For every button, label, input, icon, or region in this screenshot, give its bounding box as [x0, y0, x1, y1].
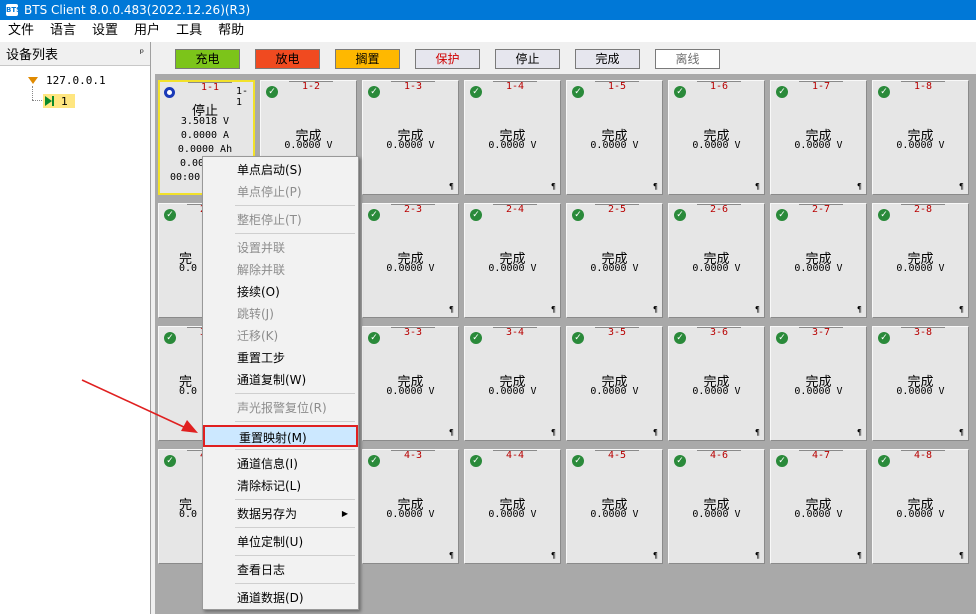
arrow-line	[81, 379, 187, 429]
annotation-arrow	[81, 379, 198, 433]
arrow-head	[181, 420, 198, 433]
